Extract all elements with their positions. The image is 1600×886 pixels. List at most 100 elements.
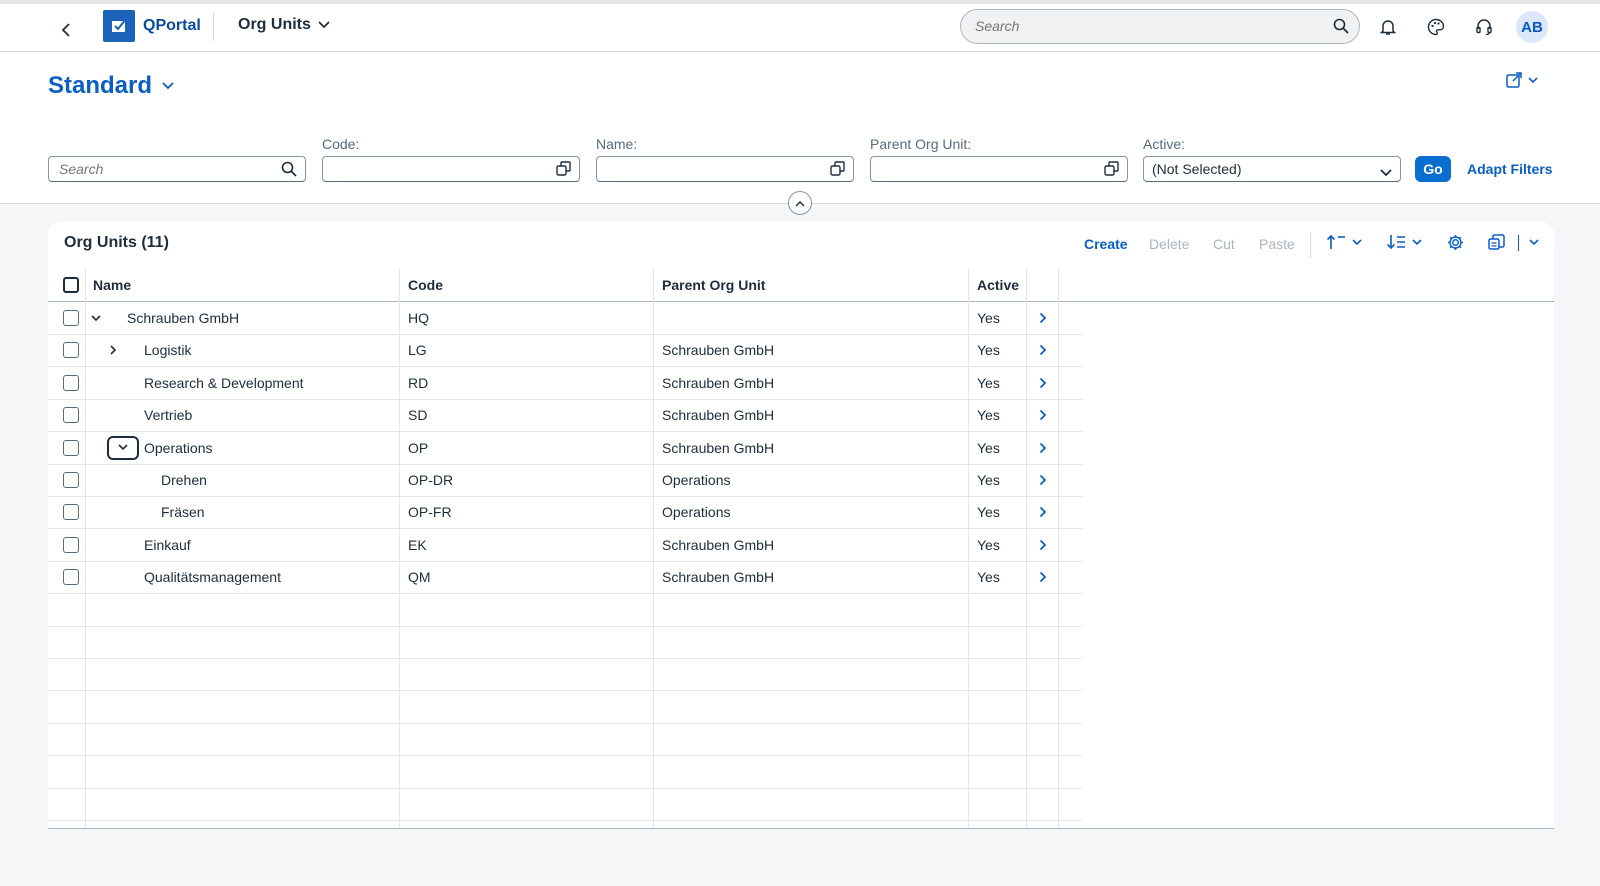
notification-icon <box>1380 20 1396 35</box>
column-header-active[interactable]: Active <box>977 277 1019 293</box>
row-navigation-icon[interactable] <box>1035 537 1051 553</box>
active-filter-select[interactable]: (Not Selected) <box>1143 156 1401 182</box>
row-checkbox[interactable] <box>63 504 79 521</box>
column-header-parent[interactable]: Parent Org Unit <box>662 277 765 293</box>
variant-management[interactable]: Standard <box>48 72 174 100</box>
cell-name: Einkauf <box>144 536 191 553</box>
org-units-table: Org Units (11) Create Delete Cut Paste N… <box>48 222 1554 828</box>
cell-code: QM <box>408 569 431 586</box>
expand-row-button[interactable] <box>103 340 123 360</box>
back-button[interactable] <box>52 12 80 48</box>
cell-parent: Schrauben GmbH <box>662 407 775 424</box>
value-help-icon[interactable] <box>830 161 845 179</box>
cell-parent: Operations <box>662 504 731 521</box>
logo[interactable] <box>103 10 135 42</box>
cell-active: Yes <box>977 407 1000 424</box>
parent-filter-field[interactable] <box>870 156 1128 182</box>
search-icon[interactable] <box>281 161 297 180</box>
table-row[interactable]: Operations OP Schrauben GmbH Yes <box>48 432 1082 465</box>
row-navigation-icon[interactable] <box>1035 310 1051 326</box>
cell-name: Operations <box>144 439 213 456</box>
chevron-right-icon <box>109 345 117 355</box>
cell-active: Yes <box>977 374 1000 391</box>
share-button[interactable] <box>1506 72 1538 88</box>
sort-button[interactable] <box>1326 234 1362 250</box>
column-header-name[interactable]: Name <box>93 277 131 293</box>
table-settings-button[interactable] <box>1447 234 1464 251</box>
cell-active: Yes <box>977 504 1000 521</box>
cell-parent: Schrauben GmbH <box>662 536 775 553</box>
table-row[interactable]: Drehen OP-DR Operations Yes <box>48 464 1082 497</box>
filter-search-input[interactable] <box>59 161 259 177</box>
chevron-down-icon <box>1412 238 1422 245</box>
theme-button[interactable] <box>1421 12 1451 42</box>
collapse-header-button[interactable] <box>788 191 812 215</box>
app-title-menu[interactable]: Org Units <box>238 16 330 34</box>
row-checkbox[interactable] <box>63 472 79 488</box>
brand-name[interactable]: QPortal <box>143 17 201 35</box>
create-button[interactable]: Create <box>1084 236 1128 252</box>
chevron-down-icon <box>318 21 330 29</box>
gear-icon <box>1448 235 1463 250</box>
cell-active: Yes <box>977 472 1000 488</box>
table-row[interactable]: Fräsen OP-FR Operations Yes <box>48 496 1082 530</box>
sort-descending-icon <box>1386 235 1405 250</box>
row-checkbox[interactable] <box>63 374 79 391</box>
search-icon[interactable] <box>1333 18 1349 37</box>
row-navigation-icon[interactable] <box>1035 472 1051 488</box>
row-checkbox[interactable] <box>63 407 79 424</box>
split-divider <box>1518 234 1519 251</box>
row-navigation-icon[interactable] <box>1035 440 1051 456</box>
cell-code: OP <box>408 439 429 456</box>
group-button[interactable] <box>1386 234 1422 250</box>
cell-name: Drehen <box>161 472 207 488</box>
column-divider <box>399 268 400 828</box>
paste-button[interactable]: Paste <box>1259 236 1295 252</box>
page-header: Standard Code: Name: Parent Org Unit: Ac… <box>0 52 1600 204</box>
table-row[interactable]: Einkauf EK Schrauben GmbH Yes <box>48 529 1082 562</box>
row-navigation-icon[interactable] <box>1035 375 1051 391</box>
table-row[interactable]: Vertrieb SD Schrauben GmbH Yes <box>48 399 1082 433</box>
row-checkbox[interactable] <box>63 310 79 326</box>
row-checkbox[interactable] <box>63 439 79 456</box>
name-filter-field[interactable] <box>596 156 854 182</box>
table-row[interactable]: Research & Development RD Schrauben GmbH Ye… <box>48 367 1082 400</box>
variant-title: Standard <box>48 72 153 99</box>
chevron-down-icon <box>118 444 128 451</box>
value-help-icon[interactable] <box>1104 161 1119 179</box>
row-navigation-icon[interactable] <box>1035 342 1051 358</box>
shell-search-input[interactable] <box>975 18 1305 34</box>
export-button[interactable] <box>1488 234 1539 251</box>
empty-row <box>48 594 1082 627</box>
column-header-code[interactable]: Code <box>408 277 443 293</box>
palette-icon <box>1427 18 1445 36</box>
cut-button[interactable]: Cut <box>1213 236 1235 252</box>
go-button[interactable]: Go <box>1415 156 1451 182</box>
row-navigation-icon[interactable] <box>1035 407 1051 423</box>
value-help-icon[interactable] <box>556 161 571 179</box>
empty-row <box>48 626 1082 659</box>
cell-active: Yes <box>977 310 1000 326</box>
row-checkbox[interactable] <box>63 536 79 553</box>
row-navigation-icon[interactable] <box>1035 569 1051 585</box>
cell-parent: Operations <box>662 472 731 488</box>
table-header: Name Code Parent Org Unit Active <box>48 268 1554 302</box>
row-checkbox[interactable] <box>63 569 79 586</box>
delete-button[interactable]: Delete <box>1149 236 1189 252</box>
adapt-filters-button[interactable]: Adapt Filters <box>1467 161 1553 177</box>
notifications-button[interactable] <box>1373 12 1403 42</box>
table-row[interactable]: Qualitätsmanagement QM Schrauben GmbH Yes <box>48 561 1082 595</box>
collapse-row-button[interactable] <box>107 435 139 460</box>
support-button[interactable] <box>1469 12 1499 42</box>
avatar[interactable]: AB <box>1516 11 1548 43</box>
row-navigation-icon[interactable] <box>1035 504 1051 520</box>
table-row[interactable]: Schrauben GmbH HQ Yes <box>48 302 1082 335</box>
code-filter-field[interactable] <box>322 156 580 182</box>
name-filter-label: Name: <box>596 136 638 152</box>
toolbar-divider <box>1310 232 1311 258</box>
table-row[interactable]: Logistik LG Schrauben GmbH Yes <box>48 334 1082 368</box>
row-checkbox[interactable] <box>63 342 79 359</box>
cell-name: Logistik <box>144 342 192 359</box>
select-all-checkbox[interactable] <box>63 277 79 293</box>
collapse-row-button[interactable] <box>86 308 106 328</box>
